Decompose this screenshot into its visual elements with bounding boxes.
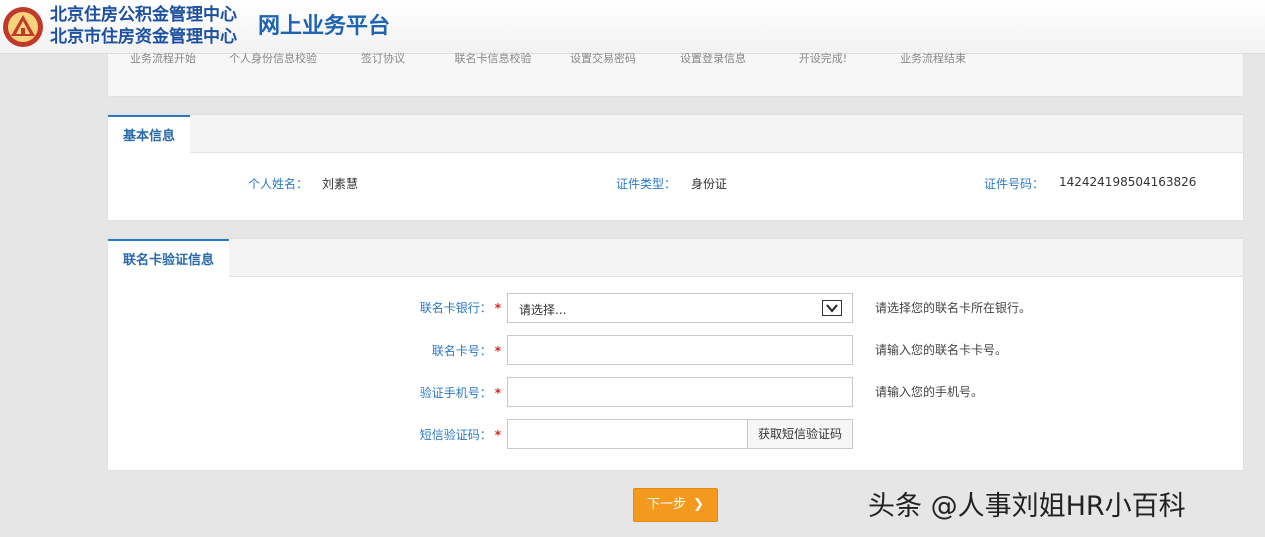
step-item: 开设完成! <box>798 52 848 65</box>
id-type-value: 身份证 <box>691 177 728 191</box>
step-item: 联名卡信息校验 <box>454 52 532 65</box>
phone-label-text: 验证手机号： <box>419 386 492 400</box>
step-item: 签订协议 <box>361 52 405 65</box>
card-verify-section: 联名卡验证信息 联名卡银行： * 请选择... 请选择您的联名卡所在银行。 联名卡… <box>107 238 1244 471</box>
next-step-button[interactable]: 下一步 ❯ <box>633 488 718 522</box>
id-type-label: 证件类型： <box>616 177 677 191</box>
org-name: 北京住房公积金管理中心 北京市住房资金管理中心 <box>50 4 237 48</box>
sms-code-label: 短信验证码： * <box>401 426 501 443</box>
required-mark: * <box>494 386 501 400</box>
org-name-line2: 北京市住房资金管理中心 <box>50 27 237 47</box>
id-number-value: 142424198504163826 <box>1059 175 1197 189</box>
section-title: 基本信息 <box>108 115 191 154</box>
phone-input[interactable] <box>507 377 853 407</box>
top-header: 北京住房公积金管理中心 北京市住房资金管理中心 网上业务平台 <box>0 0 1265 54</box>
name-label: 个人姓名： <box>248 177 309 191</box>
bank-select-value: 请选择... <box>519 303 567 317</box>
bank-label: 联名卡银行： * <box>401 299 501 316</box>
org-name-line1: 北京住房公积金管理中心 <box>50 5 237 25</box>
phone-label: 验证手机号： * <box>401 384 501 401</box>
card-number-label-text: 联名卡号： <box>431 344 492 358</box>
step-item: 业务流程结束 <box>900 52 966 65</box>
sms-code-label-text: 短信验证码： <box>419 428 492 442</box>
required-mark: * <box>494 428 501 442</box>
chevron-right-icon: ❯ <box>693 497 705 512</box>
card-number-label: 联名卡号： * <box>401 342 501 359</box>
chevron-down-icon[interactable] <box>822 300 842 316</box>
next-step-label: 下一步 <box>646 497 686 512</box>
platform-title: 网上业务平台 <box>258 13 391 39</box>
section-header <box>108 115 1243 153</box>
step-item: 业务流程开始 <box>130 52 196 65</box>
get-sms-code-button[interactable]: 获取短信验证码 <box>747 419 853 449</box>
housing-fund-logo-icon <box>2 6 44 48</box>
card-number-input[interactable] <box>507 335 853 365</box>
required-mark: * <box>494 301 501 315</box>
process-steps: 业务流程开始 个人身份信息校验 签订协议 联名卡信息校验 设置交易密码 设置登录… <box>107 52 1244 97</box>
bank-label-text: 联名卡银行： <box>419 301 492 315</box>
basic-info-section: 基本信息 个人姓名： 刘素慧 证件类型： 身份证 证件号码： 142424198… <box>107 114 1244 221</box>
step-item: 设置交易密码 <box>570 52 636 65</box>
sms-code-input[interactable] <box>507 419 748 449</box>
step-item: 个人身份信息校验 <box>229 52 317 65</box>
section-header <box>108 239 1243 277</box>
required-mark: * <box>494 344 501 358</box>
phone-hint: 请输入您的手机号。 <box>875 385 984 399</box>
section-title: 联名卡验证信息 <box>108 239 230 278</box>
card-number-hint: 请输入您的联名卡卡号。 <box>875 343 1008 357</box>
id-number-label: 证件号码： <box>984 177 1045 191</box>
bank-select[interactable]: 请选择... <box>507 293 853 323</box>
bank-hint: 请选择您的联名卡所在银行。 <box>875 301 1032 315</box>
watermark-text: 头条 @人事刘姐HR小百科 <box>868 491 1186 522</box>
step-item: 设置登录信息 <box>680 52 746 65</box>
name-value: 刘素慧 <box>322 177 359 191</box>
